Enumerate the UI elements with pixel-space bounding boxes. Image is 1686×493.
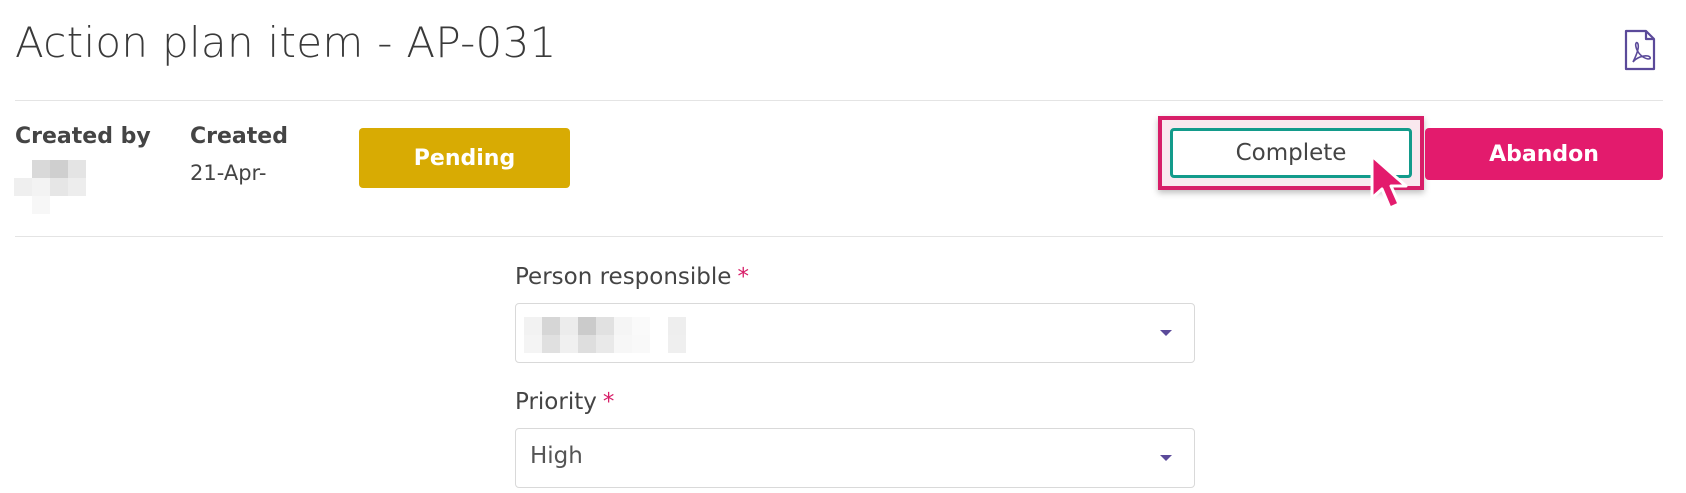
priority-value: High: [530, 443, 583, 469]
section-divider: [15, 236, 1663, 237]
pdf-icon[interactable]: [1622, 29, 1658, 71]
status-badge: Pending: [359, 128, 570, 188]
created-by-label: Created by: [15, 124, 151, 149]
required-asterisk: *: [737, 264, 749, 290]
created-by-avatar-redacted: [14, 160, 88, 220]
created-label: Created: [190, 124, 288, 149]
chevron-down-icon[interactable]: [1158, 453, 1174, 463]
chevron-down-icon[interactable]: [1158, 328, 1174, 338]
priority-label: Priority *: [515, 389, 615, 415]
created-date: 21-Apr-: [190, 161, 267, 185]
priority-select[interactable]: High: [515, 428, 1195, 488]
person-responsible-select[interactable]: [515, 303, 1195, 363]
header-divider: [15, 100, 1663, 101]
abandon-button[interactable]: Abandon: [1425, 128, 1663, 180]
person-value-redacted: [524, 317, 694, 353]
person-responsible-label: Person responsible *: [515, 264, 749, 290]
complete-button-highlight: Complete: [1158, 116, 1424, 190]
required-asterisk: *: [602, 389, 615, 415]
complete-button[interactable]: Complete: [1170, 128, 1412, 178]
page-title: Action plan item - AP-031: [15, 18, 557, 67]
